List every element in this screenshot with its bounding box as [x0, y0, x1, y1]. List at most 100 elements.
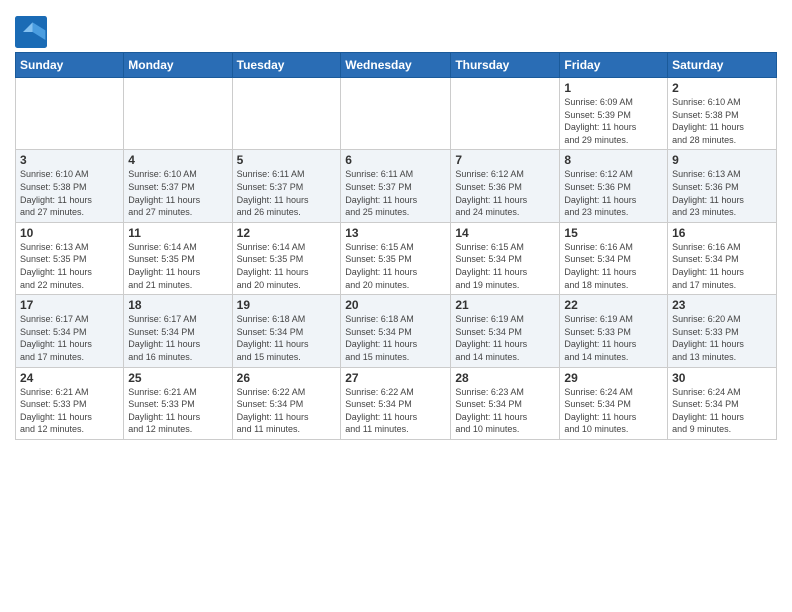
calendar-cell: 13Sunrise: 6:15 AM Sunset: 5:35 PM Dayli… [341, 222, 451, 294]
page-header [15, 10, 777, 48]
calendar-cell: 15Sunrise: 6:16 AM Sunset: 5:34 PM Dayli… [560, 222, 668, 294]
day-number: 11 [128, 226, 227, 240]
day-number: 7 [455, 153, 555, 167]
day-number: 14 [455, 226, 555, 240]
day-number: 22 [564, 298, 663, 312]
calendar-cell: 9Sunrise: 6:13 AM Sunset: 5:36 PM Daylig… [668, 150, 777, 222]
day-number: 24 [20, 371, 119, 385]
weekday-header: Saturday [668, 53, 777, 78]
day-number: 9 [672, 153, 772, 167]
day-info: Sunrise: 6:10 AM Sunset: 5:38 PM Dayligh… [20, 168, 119, 218]
day-number: 23 [672, 298, 772, 312]
day-number: 21 [455, 298, 555, 312]
day-info: Sunrise: 6:10 AM Sunset: 5:37 PM Dayligh… [128, 168, 227, 218]
weekday-header: Thursday [451, 53, 560, 78]
calendar-cell: 12Sunrise: 6:14 AM Sunset: 5:35 PM Dayli… [232, 222, 341, 294]
day-info: Sunrise: 6:11 AM Sunset: 5:37 PM Dayligh… [345, 168, 446, 218]
day-info: Sunrise: 6:15 AM Sunset: 5:34 PM Dayligh… [455, 241, 555, 291]
day-number: 30 [672, 371, 772, 385]
weekday-header: Sunday [16, 53, 124, 78]
day-info: Sunrise: 6:11 AM Sunset: 5:37 PM Dayligh… [237, 168, 337, 218]
calendar-cell [124, 78, 232, 150]
calendar-cell: 21Sunrise: 6:19 AM Sunset: 5:34 PM Dayli… [451, 295, 560, 367]
calendar-cell: 7Sunrise: 6:12 AM Sunset: 5:36 PM Daylig… [451, 150, 560, 222]
logo [15, 16, 51, 48]
calendar-table: SundayMondayTuesdayWednesdayThursdayFrid… [15, 52, 777, 440]
calendar-cell: 2Sunrise: 6:10 AM Sunset: 5:38 PM Daylig… [668, 78, 777, 150]
day-info: Sunrise: 6:22 AM Sunset: 5:34 PM Dayligh… [345, 386, 446, 436]
calendar-cell: 24Sunrise: 6:21 AM Sunset: 5:33 PM Dayli… [16, 367, 124, 439]
day-info: Sunrise: 6:19 AM Sunset: 5:33 PM Dayligh… [564, 313, 663, 363]
day-info: Sunrise: 6:21 AM Sunset: 5:33 PM Dayligh… [128, 386, 227, 436]
day-number: 15 [564, 226, 663, 240]
calendar-cell: 26Sunrise: 6:22 AM Sunset: 5:34 PM Dayli… [232, 367, 341, 439]
day-number: 28 [455, 371, 555, 385]
day-number: 20 [345, 298, 446, 312]
calendar-cell: 10Sunrise: 6:13 AM Sunset: 5:35 PM Dayli… [16, 222, 124, 294]
calendar-cell: 11Sunrise: 6:14 AM Sunset: 5:35 PM Dayli… [124, 222, 232, 294]
calendar-cell: 3Sunrise: 6:10 AM Sunset: 5:38 PM Daylig… [16, 150, 124, 222]
day-info: Sunrise: 6:10 AM Sunset: 5:38 PM Dayligh… [672, 96, 772, 146]
calendar-cell: 23Sunrise: 6:20 AM Sunset: 5:33 PM Dayli… [668, 295, 777, 367]
calendar-week-row: 3Sunrise: 6:10 AM Sunset: 5:38 PM Daylig… [16, 150, 777, 222]
calendar-cell [451, 78, 560, 150]
calendar-cell: 20Sunrise: 6:18 AM Sunset: 5:34 PM Dayli… [341, 295, 451, 367]
day-info: Sunrise: 6:17 AM Sunset: 5:34 PM Dayligh… [20, 313, 119, 363]
day-number: 4 [128, 153, 227, 167]
calendar-week-row: 17Sunrise: 6:17 AM Sunset: 5:34 PM Dayli… [16, 295, 777, 367]
calendar-cell: 22Sunrise: 6:19 AM Sunset: 5:33 PM Dayli… [560, 295, 668, 367]
day-info: Sunrise: 6:21 AM Sunset: 5:33 PM Dayligh… [20, 386, 119, 436]
calendar-week-row: 1Sunrise: 6:09 AM Sunset: 5:39 PM Daylig… [16, 78, 777, 150]
day-number: 6 [345, 153, 446, 167]
calendar-cell [16, 78, 124, 150]
day-number: 16 [672, 226, 772, 240]
day-info: Sunrise: 6:18 AM Sunset: 5:34 PM Dayligh… [237, 313, 337, 363]
weekday-header-row: SundayMondayTuesdayWednesdayThursdayFrid… [16, 53, 777, 78]
day-info: Sunrise: 6:16 AM Sunset: 5:34 PM Dayligh… [564, 241, 663, 291]
weekday-header: Monday [124, 53, 232, 78]
day-info: Sunrise: 6:19 AM Sunset: 5:34 PM Dayligh… [455, 313, 555, 363]
calendar-cell: 17Sunrise: 6:17 AM Sunset: 5:34 PM Dayli… [16, 295, 124, 367]
day-number: 17 [20, 298, 119, 312]
day-number: 18 [128, 298, 227, 312]
day-info: Sunrise: 6:14 AM Sunset: 5:35 PM Dayligh… [237, 241, 337, 291]
day-number: 5 [237, 153, 337, 167]
day-info: Sunrise: 6:23 AM Sunset: 5:34 PM Dayligh… [455, 386, 555, 436]
day-info: Sunrise: 6:16 AM Sunset: 5:34 PM Dayligh… [672, 241, 772, 291]
day-info: Sunrise: 6:13 AM Sunset: 5:35 PM Dayligh… [20, 241, 119, 291]
day-number: 8 [564, 153, 663, 167]
calendar-cell: 29Sunrise: 6:24 AM Sunset: 5:34 PM Dayli… [560, 367, 668, 439]
day-number: 25 [128, 371, 227, 385]
calendar-cell: 25Sunrise: 6:21 AM Sunset: 5:33 PM Dayli… [124, 367, 232, 439]
day-info: Sunrise: 6:24 AM Sunset: 5:34 PM Dayligh… [564, 386, 663, 436]
day-info: Sunrise: 6:17 AM Sunset: 5:34 PM Dayligh… [128, 313, 227, 363]
day-info: Sunrise: 6:09 AM Sunset: 5:39 PM Dayligh… [564, 96, 663, 146]
day-number: 19 [237, 298, 337, 312]
weekday-header: Wednesday [341, 53, 451, 78]
calendar-cell: 4Sunrise: 6:10 AM Sunset: 5:37 PM Daylig… [124, 150, 232, 222]
calendar-cell: 5Sunrise: 6:11 AM Sunset: 5:37 PM Daylig… [232, 150, 341, 222]
weekday-header: Tuesday [232, 53, 341, 78]
day-info: Sunrise: 6:24 AM Sunset: 5:34 PM Dayligh… [672, 386, 772, 436]
calendar-cell: 14Sunrise: 6:15 AM Sunset: 5:34 PM Dayli… [451, 222, 560, 294]
calendar-cell [232, 78, 341, 150]
day-number: 13 [345, 226, 446, 240]
day-info: Sunrise: 6:18 AM Sunset: 5:34 PM Dayligh… [345, 313, 446, 363]
calendar-cell: 19Sunrise: 6:18 AM Sunset: 5:34 PM Dayli… [232, 295, 341, 367]
calendar-cell: 18Sunrise: 6:17 AM Sunset: 5:34 PM Dayli… [124, 295, 232, 367]
calendar-cell [341, 78, 451, 150]
calendar-week-row: 24Sunrise: 6:21 AM Sunset: 5:33 PM Dayli… [16, 367, 777, 439]
day-info: Sunrise: 6:22 AM Sunset: 5:34 PM Dayligh… [237, 386, 337, 436]
day-number: 3 [20, 153, 119, 167]
calendar-cell: 27Sunrise: 6:22 AM Sunset: 5:34 PM Dayli… [341, 367, 451, 439]
day-number: 2 [672, 81, 772, 95]
day-info: Sunrise: 6:20 AM Sunset: 5:33 PM Dayligh… [672, 313, 772, 363]
day-number: 27 [345, 371, 446, 385]
day-info: Sunrise: 6:12 AM Sunset: 5:36 PM Dayligh… [564, 168, 663, 218]
day-number: 12 [237, 226, 337, 240]
day-number: 10 [20, 226, 119, 240]
day-info: Sunrise: 6:12 AM Sunset: 5:36 PM Dayligh… [455, 168, 555, 218]
day-info: Sunrise: 6:13 AM Sunset: 5:36 PM Dayligh… [672, 168, 772, 218]
day-number: 29 [564, 371, 663, 385]
weekday-header: Friday [560, 53, 668, 78]
